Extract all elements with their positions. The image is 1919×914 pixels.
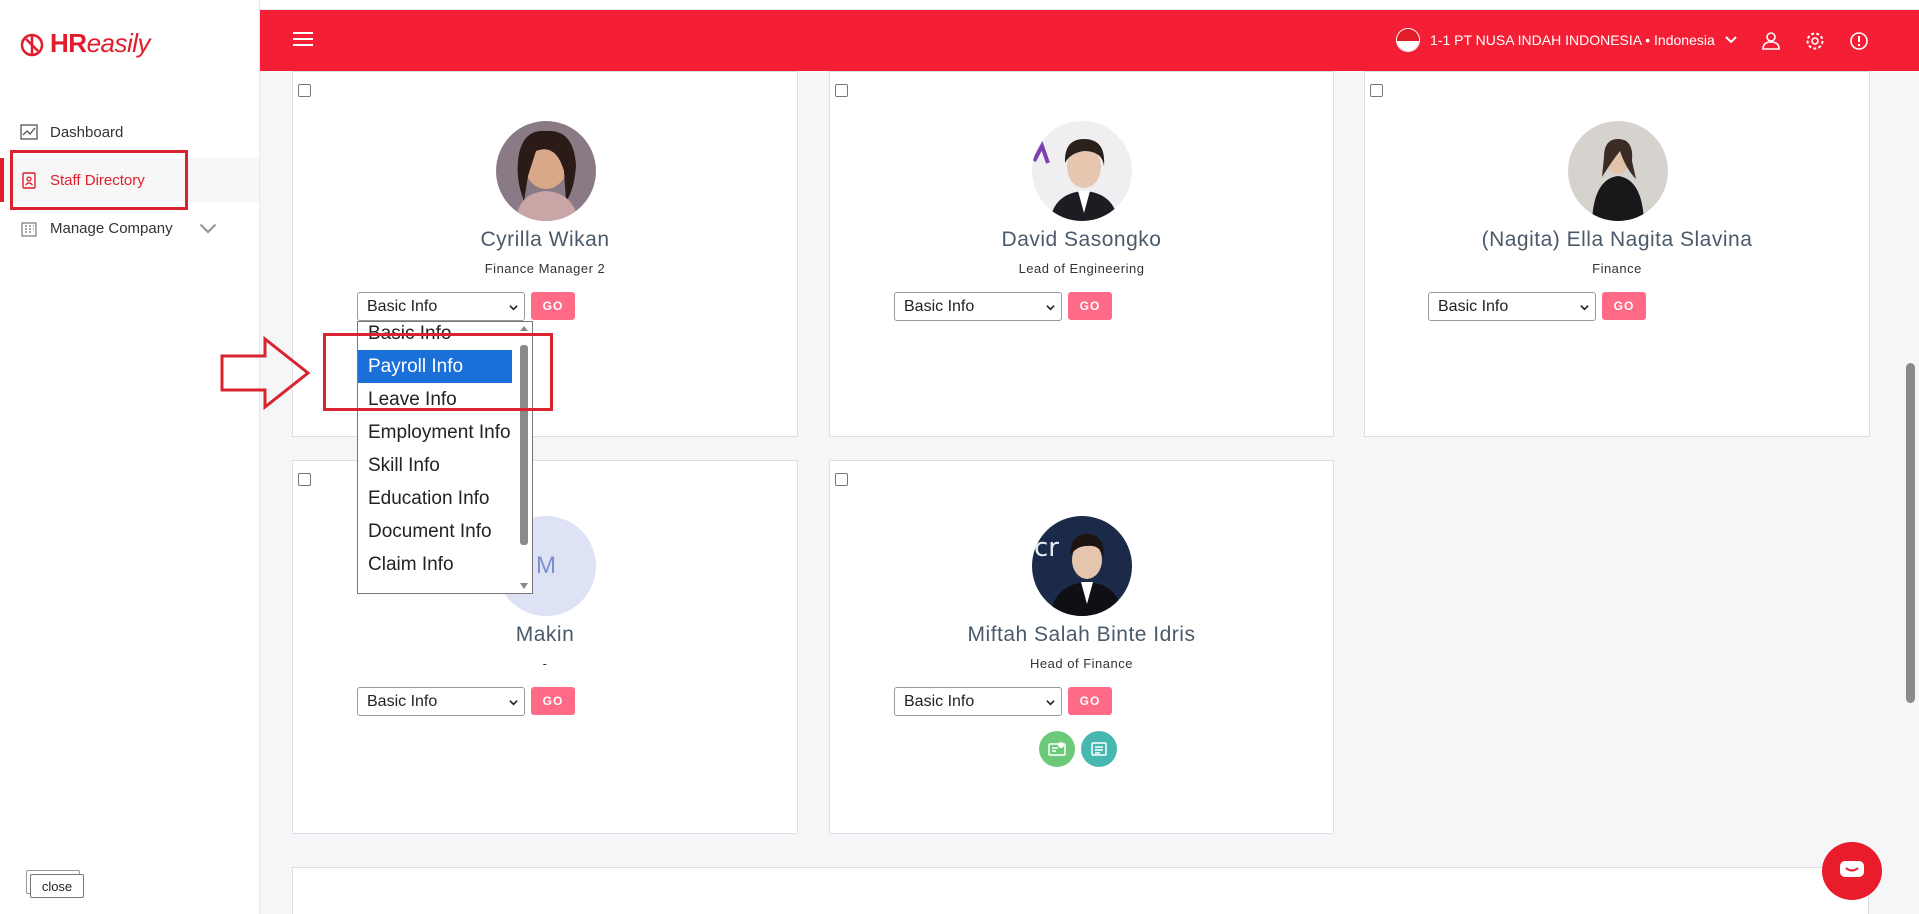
go-button[interactable]: GO (531, 687, 575, 715)
chevron-down-icon (509, 700, 518, 706)
dropdown-option[interactable]: Leave Info (358, 383, 512, 416)
avatar (1568, 121, 1668, 221)
status-icons (1039, 731, 1117, 767)
dropdown-option[interactable]: Education Info (358, 482, 512, 515)
select-checkbox[interactable] (1370, 84, 1383, 97)
info-type-select[interactable]: Basic Info (357, 687, 525, 716)
avatar (496, 121, 596, 221)
go-button[interactable]: GO (1602, 292, 1646, 320)
chevron-down-icon (1725, 36, 1737, 44)
employee-name: Miftah Salah Binte Idris (967, 623, 1196, 646)
select-checkbox[interactable] (835, 473, 848, 486)
sidebar-item-label: Staff Directory (50, 171, 145, 189)
employee-name: Cyrilla Wikan (480, 228, 610, 251)
sidebar-item-label: Manage Company (50, 219, 173, 237)
sidebar-item-manage-company[interactable]: Manage Company (0, 206, 259, 250)
employee-title: Head of Finance (1030, 656, 1133, 671)
employee-card: David Sasongko Lead of Engineering Basic… (829, 71, 1334, 437)
chevron-down-icon (1046, 305, 1055, 311)
indonesia-flag-icon (1396, 28, 1420, 52)
select-checkbox[interactable] (298, 84, 311, 97)
employee-name: David Sasongko (1001, 228, 1162, 251)
info-type-select[interactable]: Basic Info (357, 292, 525, 321)
logo-icon (20, 33, 44, 56)
chevron-down-icon[interactable] (199, 220, 217, 241)
top-header: 1-1 PT NUSA INDAH INDONESIA • Indonesia (260, 10, 1919, 71)
employee-card: cr Miftah Salah Binte Idris Head of Fina… (829, 460, 1334, 834)
dropdown-option[interactable]: Claim Info (358, 548, 512, 581)
sidebar: HReasily Dashboard Staff Directory Manag… (0, 0, 260, 914)
employee-name: (Nagita) Ella Nagita Slavina (1481, 228, 1753, 251)
select-checkbox[interactable] (835, 84, 848, 97)
chat-icon (1840, 861, 1864, 877)
payslip-icon[interactable] (1081, 731, 1117, 767)
dropdown-option[interactable]: Document Info (358, 515, 512, 548)
go-button[interactable]: GO (1068, 687, 1112, 715)
annotation-arrow-icon (220, 336, 311, 410)
employee-title: - (542, 656, 548, 671)
sidebar-item-staff-directory[interactable]: Staff Directory (0, 158, 259, 202)
id-card-icon[interactable] (1039, 731, 1075, 767)
building-icon (21, 222, 37, 237)
info-type-dropdown-list[interactable]: Basic Info Payroll Info Leave Info Emplo… (357, 321, 533, 594)
employee-card: (Nagita) Ella Nagita Slavina Finance Bas… (1364, 71, 1870, 437)
avatar-initial: M (536, 552, 556, 579)
hreasily-logo[interactable]: HReasily (18, 28, 151, 59)
avatar (1032, 121, 1132, 221)
info-type-select[interactable]: Basic Info (1428, 292, 1596, 321)
logo-text-bold: HR (50, 28, 87, 58)
dropdown-option[interactable]: Employment Info (358, 416, 512, 449)
chevron-down-icon (1046, 700, 1055, 706)
chart-icon (20, 124, 38, 140)
help-icon[interactable] (1848, 30, 1870, 52)
logo-text-light: easily (86, 28, 151, 58)
avatar: cr (1032, 516, 1132, 616)
select-checkbox[interactable] (298, 473, 311, 486)
chevron-down-icon (1580, 305, 1589, 311)
employee-title: Finance Manager 2 (484, 261, 606, 276)
clipboard-icon (22, 172, 36, 189)
employee-title: Finance (1592, 261, 1642, 276)
dropdown-option[interactable]: Skill Info (358, 449, 512, 482)
svg-text:cr: cr (1034, 533, 1059, 563)
go-button[interactable]: GO (1068, 292, 1112, 320)
employee-name: Makin (515, 623, 575, 646)
dropdown-option-selected[interactable]: Payroll Info (358, 350, 512, 383)
company-name: 1-1 PT NUSA INDAH INDONESIA • Indonesia (1430, 32, 1715, 48)
dropdown-scrollbar[interactable] (518, 324, 530, 592)
chat-button[interactable] (1822, 842, 1882, 900)
next-card-partial (292, 867, 1869, 914)
page-scrollbar[interactable] (1906, 363, 1915, 703)
sidebar-item-dashboard[interactable]: Dashboard (0, 110, 259, 154)
company-switcher[interactable]: 1-1 PT NUSA INDAH INDONESIA • Indonesia (1396, 28, 1737, 52)
user-icon[interactable] (1760, 30, 1782, 52)
chevron-down-icon (509, 305, 518, 311)
info-type-select[interactable]: Basic Info (894, 687, 1062, 716)
employee-title: Lead of Engineering (1018, 261, 1145, 276)
browser-strip (0, 0, 1919, 10)
hamburger-menu-icon[interactable] (293, 32, 313, 48)
dropdown-option[interactable]: Basic Info (358, 322, 512, 350)
go-button[interactable]: GO (531, 292, 575, 320)
sidebar-item-label: Dashboard (50, 123, 124, 141)
close-button[interactable]: close (30, 874, 84, 898)
gear-icon[interactable] (1804, 30, 1826, 52)
info-type-select[interactable]: Basic Info (894, 292, 1062, 321)
